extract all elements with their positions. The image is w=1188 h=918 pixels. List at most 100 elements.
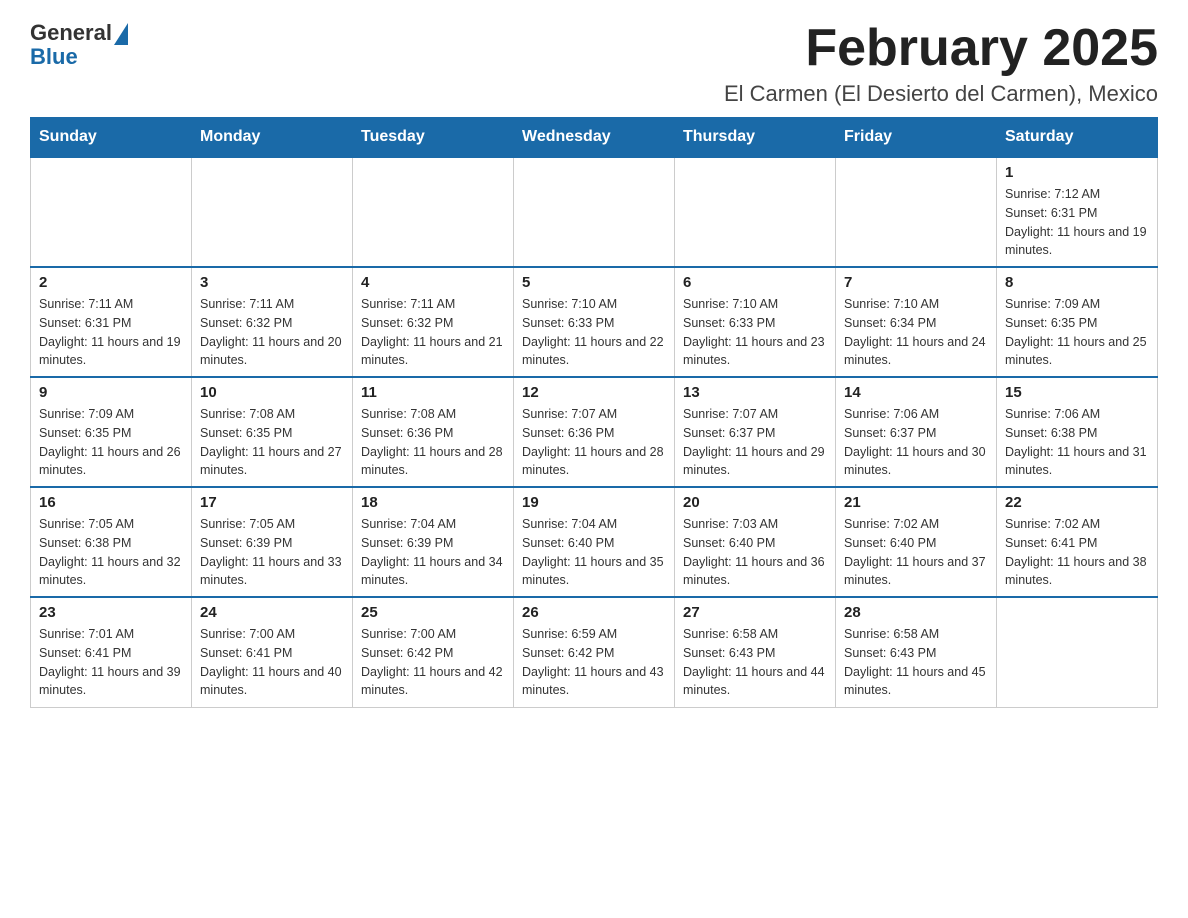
day-info: Sunrise: 7:01 AM Sunset: 6:41 PM Dayligh… xyxy=(39,625,183,700)
day-number: 12 xyxy=(522,384,666,401)
calendar-cell: 28 Sunrise: 6:58 AM Sunset: 6:43 PM Dayli… xyxy=(836,597,997,707)
day-info: Sunrise: 7:12 AM Sunset: 6:31 PM Dayligh… xyxy=(1005,185,1149,260)
day-number: 24 xyxy=(200,604,344,621)
calendar-cell: 13Sunrise: 7:07 AM Sunset: 6:37 PM Dayli… xyxy=(675,377,836,487)
logo-general-text: General xyxy=(30,20,112,46)
day-info: Sunrise: 7:10 AM Sunset: 6:34 PM Dayligh… xyxy=(844,295,988,370)
calendar-cell xyxy=(353,157,514,267)
day-info: Sunrise: 7:08 AM Sunset: 6:35 PM Dayligh… xyxy=(200,405,344,480)
calendar-cell xyxy=(192,157,353,267)
calendar-cell xyxy=(675,157,836,267)
day-number: 9 xyxy=(39,384,183,401)
day-info: Sunrise: 7:00 AM Sunset: 6:41 PM Dayligh… xyxy=(200,625,344,700)
calendar-cell: 11 Sunrise: 7:08 AM Sunset: 6:36 PM Dayli… xyxy=(353,377,514,487)
day-number: 20 xyxy=(683,494,827,511)
day-number: 18 xyxy=(361,494,505,511)
day-info: Sunrise: 7:03 AM Sunset: 6:40 PM Dayligh… xyxy=(683,515,827,590)
day-info: Sunrise: 6:59 AM Sunset: 6:42 PM Dayligh… xyxy=(522,625,666,700)
day-info: Sunrise: 7:06 AM Sunset: 6:37 PM Dayligh… xyxy=(844,405,988,480)
day-info: Sunrise: 7:07 AM Sunset: 6:36 PM Dayligh… xyxy=(522,405,666,480)
calendar-cell: 10 Sunrise: 7:08 AM Sunset: 6:35 PM Dayli… xyxy=(192,377,353,487)
calendar-cell xyxy=(31,157,192,267)
calendar-cell xyxy=(836,157,997,267)
day-number: 13 xyxy=(683,384,827,401)
day-number: 17 xyxy=(200,494,344,511)
header-tuesday: Tuesday xyxy=(353,118,514,158)
day-info: Sunrise: 7:11 AM Sunset: 6:32 PM Dayligh… xyxy=(200,295,344,370)
day-number: 6 xyxy=(683,274,827,291)
day-info: Sunrise: 7:11 AM Sunset: 6:31 PM Dayligh… xyxy=(39,295,183,370)
page-header: General Blue February 2025 El Carmen (El… xyxy=(30,20,1158,107)
day-info: Sunrise: 7:05 AM Sunset: 6:38 PM Dayligh… xyxy=(39,515,183,590)
calendar-cell: 3 Sunrise: 7:11 AM Sunset: 6:32 PM Daylig… xyxy=(192,267,353,377)
day-number: 11 xyxy=(361,384,505,401)
calendar-cell: 9 Sunrise: 7:09 AM Sunset: 6:35 PM Daylig… xyxy=(31,377,192,487)
header-sunday: Sunday xyxy=(31,118,192,158)
calendar-cell: 18Sunrise: 7:04 AM Sunset: 6:39 PM Dayli… xyxy=(353,487,514,597)
day-number: 19 xyxy=(522,494,666,511)
day-info: Sunrise: 7:04 AM Sunset: 6:40 PM Dayligh… xyxy=(522,515,666,590)
day-number: 26 xyxy=(522,604,666,621)
location-title: El Carmen (El Desierto del Carmen), Mexi… xyxy=(724,81,1158,107)
day-number: 21 xyxy=(844,494,988,511)
day-info: Sunrise: 7:11 AM Sunset: 6:32 PM Dayligh… xyxy=(361,295,505,370)
calendar-cell: 21 Sunrise: 7:02 AM Sunset: 6:40 PM Dayli… xyxy=(836,487,997,597)
day-number: 27 xyxy=(683,604,827,621)
day-number: 14 xyxy=(844,384,988,401)
calendar-cell: 24 Sunrise: 7:00 AM Sunset: 6:41 PM Dayli… xyxy=(192,597,353,707)
logo: General Blue xyxy=(30,20,128,70)
calendar-cell: 4 Sunrise: 7:11 AM Sunset: 6:32 PM Daylig… xyxy=(353,267,514,377)
calendar-cell xyxy=(514,157,675,267)
calendar-cell: 1 Sunrise: 7:12 AM Sunset: 6:31 PM Daylig… xyxy=(997,157,1158,267)
calendar-cell: 16 Sunrise: 7:05 AM Sunset: 6:38 PM Dayli… xyxy=(31,487,192,597)
day-info: Sunrise: 6:58 AM Sunset: 6:43 PM Dayligh… xyxy=(844,625,988,700)
day-number: 4 xyxy=(361,274,505,291)
calendar-cell: 22 Sunrise: 7:02 AM Sunset: 6:41 PM Dayli… xyxy=(997,487,1158,597)
logo-triangle-icon xyxy=(114,23,128,45)
calendar-cell xyxy=(997,597,1158,707)
day-info: Sunrise: 7:02 AM Sunset: 6:40 PM Dayligh… xyxy=(844,515,988,590)
day-info: Sunrise: 7:09 AM Sunset: 6:35 PM Dayligh… xyxy=(1005,295,1149,370)
day-number: 2 xyxy=(39,274,183,291)
calendar-cell: 27 Sunrise: 6:58 AM Sunset: 6:43 PM Dayli… xyxy=(675,597,836,707)
day-info: Sunrise: 7:09 AM Sunset: 6:35 PM Dayligh… xyxy=(39,405,183,480)
calendar-week-row: 2 Sunrise: 7:11 AM Sunset: 6:31 PM Daylig… xyxy=(31,267,1158,377)
calendar-cell: 26 Sunrise: 6:59 AM Sunset: 6:42 PM Dayli… xyxy=(514,597,675,707)
calendar-cell: 25 Sunrise: 7:00 AM Sunset: 6:42 PM Dayli… xyxy=(353,597,514,707)
calendar-cell: 14 Sunrise: 7:06 AM Sunset: 6:37 PM Dayli… xyxy=(836,377,997,487)
day-info: Sunrise: 7:06 AM Sunset: 6:38 PM Dayligh… xyxy=(1005,405,1149,480)
calendar-week-row: 1 Sunrise: 7:12 AM Sunset: 6:31 PM Daylig… xyxy=(31,157,1158,267)
calendar-cell: 19 Sunrise: 7:04 AM Sunset: 6:40 PM Dayli… xyxy=(514,487,675,597)
day-number: 15 xyxy=(1005,384,1149,401)
day-number: 7 xyxy=(844,274,988,291)
day-number: 25 xyxy=(361,604,505,621)
header-monday: Monday xyxy=(192,118,353,158)
calendar-table: Sunday Monday Tuesday Wednesday Thursday… xyxy=(30,117,1158,708)
day-info: Sunrise: 7:02 AM Sunset: 6:41 PM Dayligh… xyxy=(1005,515,1149,590)
day-number: 8 xyxy=(1005,274,1149,291)
calendar-cell: 15 Sunrise: 7:06 AM Sunset: 6:38 PM Dayli… xyxy=(997,377,1158,487)
header-wednesday: Wednesday xyxy=(514,118,675,158)
calendar-week-row: 16 Sunrise: 7:05 AM Sunset: 6:38 PM Dayli… xyxy=(31,487,1158,597)
header-saturday: Saturday xyxy=(997,118,1158,158)
calendar-cell: 5Sunrise: 7:10 AM Sunset: 6:33 PM Daylig… xyxy=(514,267,675,377)
day-number: 1 xyxy=(1005,164,1149,181)
day-info: Sunrise: 7:00 AM Sunset: 6:42 PM Dayligh… xyxy=(361,625,505,700)
day-number: 16 xyxy=(39,494,183,511)
title-section: February 2025 El Carmen (El Desierto del… xyxy=(724,20,1158,107)
weekday-header-row: Sunday Monday Tuesday Wednesday Thursday… xyxy=(31,118,1158,158)
day-number: 22 xyxy=(1005,494,1149,511)
calendar-cell: 7 Sunrise: 7:10 AM Sunset: 6:34 PM Daylig… xyxy=(836,267,997,377)
day-info: Sunrise: 7:10 AM Sunset: 6:33 PM Dayligh… xyxy=(522,295,666,370)
month-title: February 2025 xyxy=(724,20,1158,77)
calendar-cell: 6Sunrise: 7:10 AM Sunset: 6:33 PM Daylig… xyxy=(675,267,836,377)
day-number: 28 xyxy=(844,604,988,621)
day-number: 10 xyxy=(200,384,344,401)
day-number: 23 xyxy=(39,604,183,621)
calendar-week-row: 23 Sunrise: 7:01 AM Sunset: 6:41 PM Dayli… xyxy=(31,597,1158,707)
day-number: 3 xyxy=(200,274,344,291)
header-thursday: Thursday xyxy=(675,118,836,158)
day-info: Sunrise: 6:58 AM Sunset: 6:43 PM Dayligh… xyxy=(683,625,827,700)
header-friday: Friday xyxy=(836,118,997,158)
day-info: Sunrise: 7:08 AM Sunset: 6:36 PM Dayligh… xyxy=(361,405,505,480)
